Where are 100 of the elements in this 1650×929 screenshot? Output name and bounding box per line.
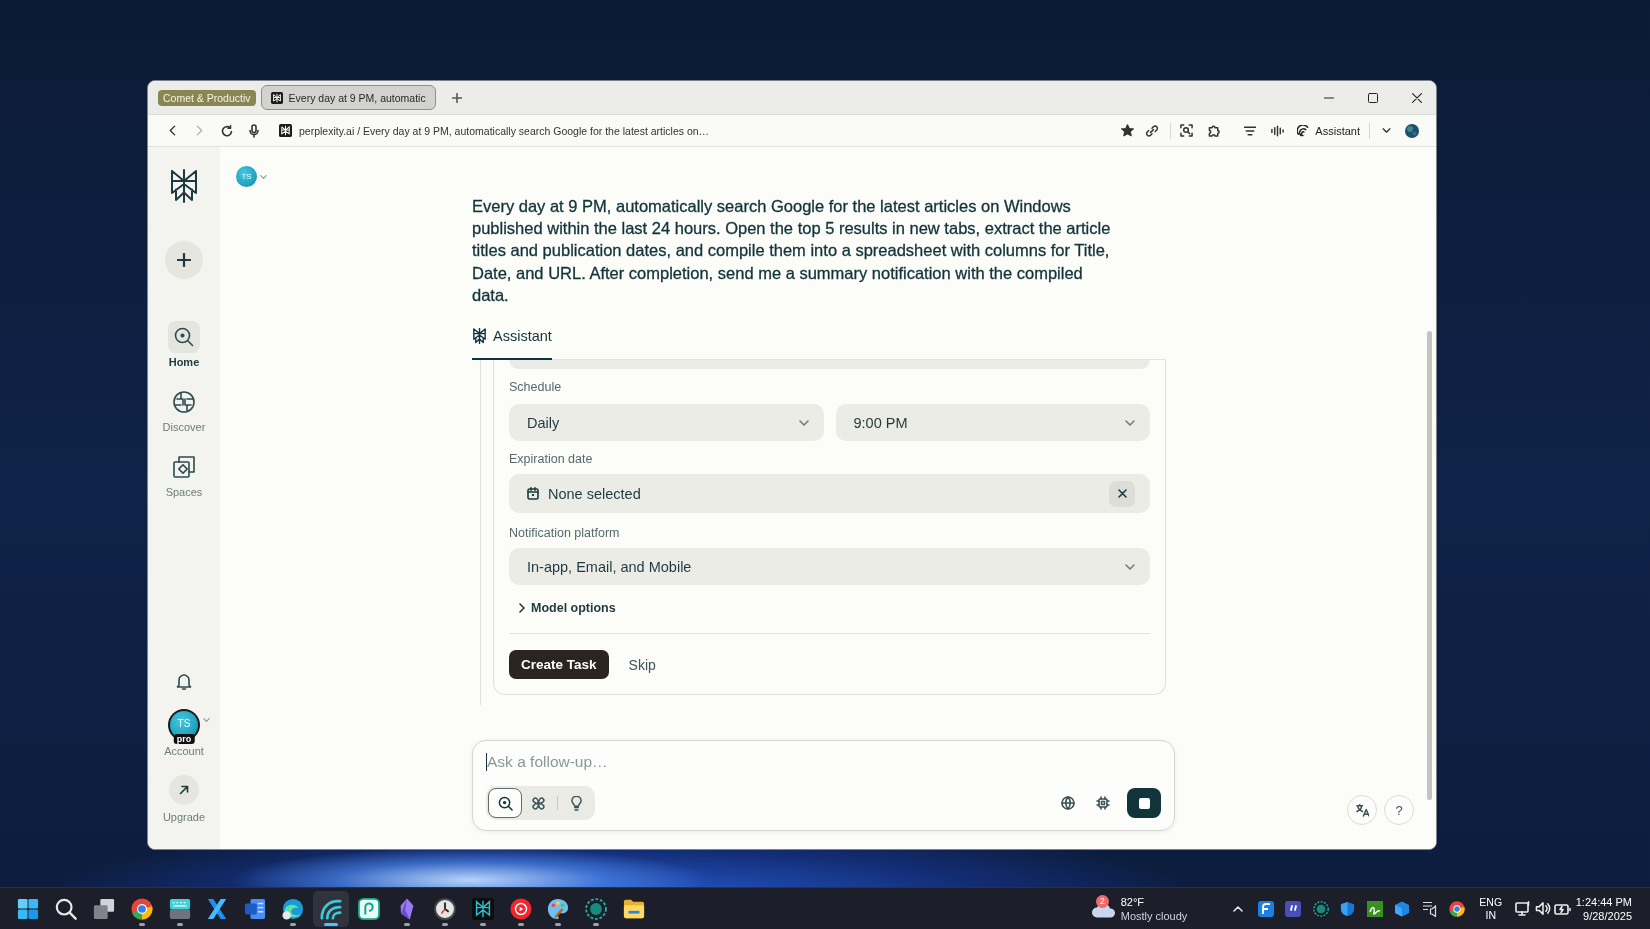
- pinwheel-icon: [531, 795, 546, 811]
- chevron-down-icon: [260, 174, 267, 179]
- input-field[interactable]: Ask a follow-up…: [487, 752, 1161, 772]
- plus-icon: [177, 253, 191, 267]
- field-label: Schedule: [509, 379, 562, 395]
- lightbulb-icon: [571, 795, 582, 811]
- search-icon: [54, 897, 77, 920]
- translate-icon: [1355, 803, 1369, 817]
- keyboard-icon: [168, 897, 191, 920]
- quote-tile-icon: [1285, 900, 1302, 917]
- puzzle-icon: [1207, 124, 1221, 137]
- profile-avatar-icon: [1405, 123, 1419, 138]
- skip-button[interactable]: Skip: [628, 650, 656, 679]
- list-icon: [1244, 125, 1257, 136]
- pro-badge: pro: [173, 734, 195, 744]
- chip-icon: [1096, 796, 1110, 810]
- logo-tile-icon: [270, 91, 283, 104]
- link-icon: [1146, 124, 1159, 137]
- shield-icon: [1340, 900, 1356, 917]
- plus-icon: [451, 92, 462, 103]
- audio-bars-icon: [1270, 124, 1284, 137]
- folder-icon: [623, 897, 646, 920]
- input-field[interactable]: [509, 360, 1150, 369]
- clock-date[interactable]: 9/28/2025: [1583, 908, 1632, 923]
- dotted-circle-icon: [1312, 900, 1329, 917]
- task-view-icon: [92, 897, 115, 920]
- clock-time[interactable]: 1:24:44 PM: [1575, 894, 1632, 909]
- chevron-down-icon: [203, 718, 210, 722]
- signature-tile-icon: [1367, 900, 1384, 917]
- start-icon: [17, 897, 39, 920]
- model-options-toggle[interactable]: Model options: [519, 600, 616, 616]
- maximize-icon: [1367, 92, 1378, 103]
- account-button[interactable]: TS pro Account: [157, 709, 211, 758]
- calendar-icon: [527, 487, 539, 500]
- mode-button[interactable]: [488, 788, 522, 818]
- speaker-list-icon: [1421, 900, 1438, 917]
- tab-group-label[interactable]: Comet & Productiv: [158, 89, 256, 106]
- close-icon: [1411, 92, 1422, 103]
- bell-icon: [176, 672, 192, 690]
- chevron-right-icon: [195, 125, 203, 136]
- language-indicator[interactable]: ENG IN: [1478, 895, 1503, 922]
- clear-button[interactable]: [1109, 480, 1135, 507]
- dropdown-field[interactable]: 9:00 PM: [835, 404, 1150, 441]
- arrow-up-right-icon: [179, 785, 189, 795]
- swirl-icon: [1297, 124, 1310, 137]
- sidebar-nav-item[interactable]: Spaces: [165, 451, 203, 499]
- document-icon: [244, 897, 267, 920]
- chevron-left-icon: [168, 125, 176, 136]
- logo-icon: [169, 169, 199, 203]
- scrollbar-thumb[interactable]: [1427, 331, 1432, 800]
- field-label: Expiration date: [509, 451, 593, 467]
- address-field[interactable]: perplexity.ai / Every day at 9 PM, automatically search Google for the latest articles on…: [299, 124, 710, 137]
- sidebar-nav-item[interactable]: Discover: [162, 386, 206, 434]
- temperature-text[interactable]: 82°F: [1120, 894, 1188, 909]
- spiral-tile-icon: [358, 897, 380, 920]
- clock-icon: [433, 897, 456, 920]
- text-caret: [486, 753, 487, 771]
- asterisk-tile-icon: [471, 897, 494, 920]
- reload-icon: [221, 124, 233, 137]
- globe-icon: [173, 391, 195, 413]
- stop-icon: [1138, 797, 1150, 809]
- stop-button[interactable]: [1127, 788, 1161, 818]
- assistant-button[interactable]: Assistant: [1294, 118, 1363, 143]
- squares-icon: [173, 456, 195, 478]
- dotted-circle-icon: [585, 897, 608, 920]
- magnifier-icon: [497, 795, 513, 811]
- logo-tile-icon: [279, 124, 292, 137]
- field-label: Notification platform: [509, 525, 620, 541]
- speaker-icon: [1534, 901, 1551, 916]
- browser-tab[interactable]: Every day at 9 PM, automatic: [260, 85, 436, 110]
- color-ring-icon: [1449, 900, 1466, 917]
- color-ring-icon: [130, 897, 153, 920]
- taskbar-app-button[interactable]: [313, 890, 350, 927]
- dropdown-field[interactable]: In-app, Email, and Mobile: [509, 548, 1150, 585]
- wave-icon: [320, 897, 343, 920]
- chevron-down-icon: [1381, 128, 1391, 133]
- upgrade-button[interactable]: Upgrade: [162, 775, 206, 824]
- translate-button[interactable]: [1347, 795, 1377, 825]
- microphone-icon: [249, 123, 259, 138]
- weather-condition[interactable]: Mostly cloudy: [1120, 908, 1188, 923]
- help-button[interactable]: ?: [1384, 795, 1414, 825]
- cube-icon: [1394, 900, 1411, 917]
- date-field[interactable]: None selected: [509, 474, 1150, 513]
- notification-badge: 2: [1095, 894, 1109, 908]
- palette-icon: [547, 897, 570, 920]
- close-icon: [1117, 489, 1127, 498]
- dropdown-field[interactable]: Daily: [509, 404, 824, 441]
- swirl-icon: [282, 897, 305, 920]
- query-text: Every day at 9 PM, automatically search Google for the latest articles on Windows published within the last 24 hours. Open the top 5 results in new tabs, extract the article titles and publication dates, and compile them into a spreadsheet with columns for Title, Date, and URL. After completion, send me a summary notification with the compiled data.: [472, 196, 1112, 306]
- create-task-button[interactable]: Create Task: [509, 650, 609, 679]
- asterisk-logo-icon: [472, 328, 487, 344]
- new-thread-button[interactable]: [165, 241, 203, 279]
- magnifier-icon: [174, 327, 194, 347]
- chevron-down-icon: [1125, 563, 1135, 570]
- chevron-down-icon: [798, 419, 809, 426]
- x-shape-icon: [206, 897, 229, 920]
- chevron-up-icon: [1233, 905, 1244, 912]
- app-tile-icon: [1258, 900, 1274, 917]
- minimize-icon: [1323, 96, 1334, 99]
- page-search-icon: [1179, 124, 1193, 137]
